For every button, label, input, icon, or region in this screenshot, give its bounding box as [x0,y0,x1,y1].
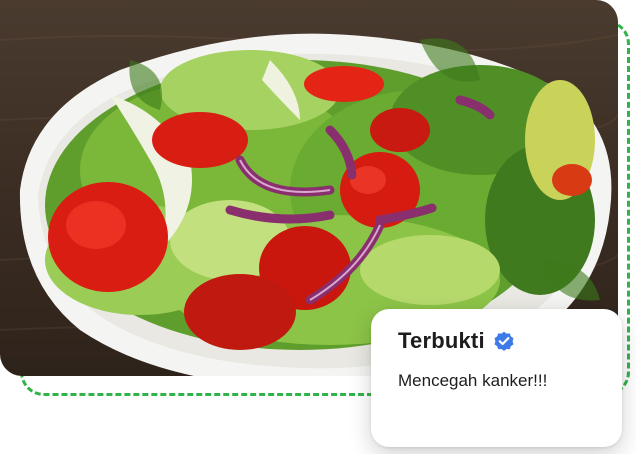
card-text: Mencegah kanker!!! [398,371,548,390]
proven-benefit-card: Terbukti Mencegah kanker!!! [371,309,622,447]
card-title-row: Terbukti [398,325,595,357]
verified-check-icon [492,329,516,353]
card-title: Terbukti [398,328,485,353]
